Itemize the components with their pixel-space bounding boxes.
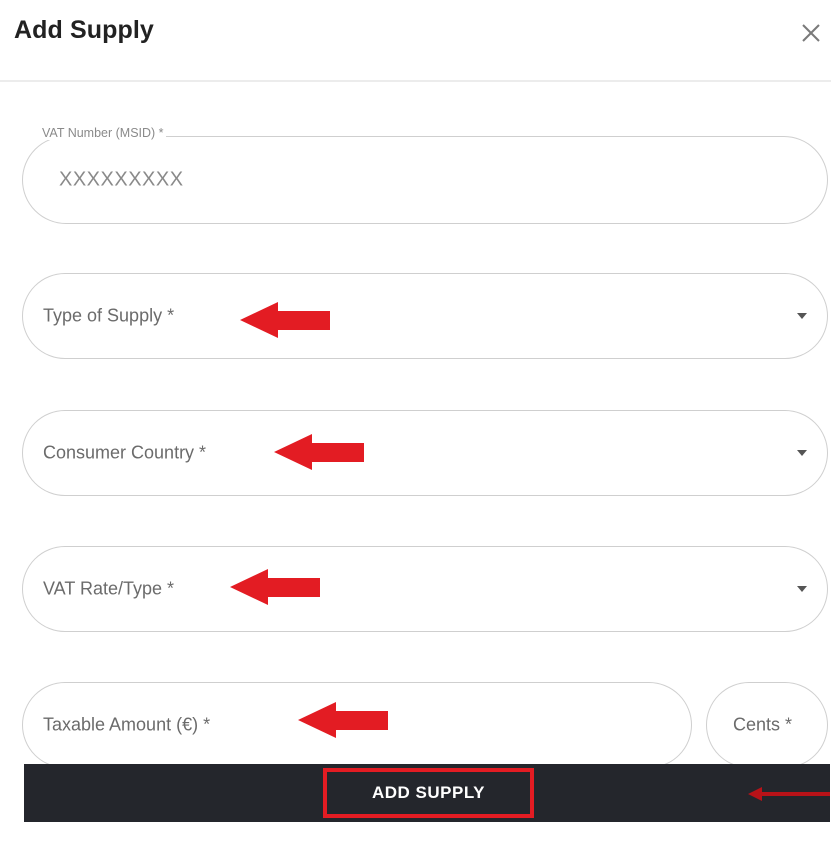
chevron-down-icon: [797, 450, 807, 456]
vat-rate-label: VAT Rate/Type *: [43, 578, 175, 599]
dialog-header: Add Supply: [0, 0, 831, 82]
add-supply-dialog: Add Supply XXXXXXXXX VAT Number (MSID) *…: [0, 0, 831, 846]
add-supply-button-label: ADD SUPPLY: [371, 783, 485, 802]
chevron-down-icon: [797, 586, 807, 592]
cents-label: Cents *: [733, 714, 793, 735]
cents-input[interactable]: Cents *: [706, 682, 828, 768]
vat-number-label: VAT Number (MSID) *: [40, 126, 166, 140]
annotation-arrow-icon: [230, 569, 320, 605]
vat-rate-select[interactable]: VAT Rate/Type *: [22, 546, 828, 632]
annotation-arrow-icon: [274, 434, 364, 470]
vat-number-field[interactable]: XXXXXXXXX: [22, 136, 828, 224]
vat-number-value: XXXXXXXXX: [59, 168, 184, 191]
annotation-arrow-icon: [240, 302, 330, 338]
type-of-supply-label: Type of Supply *: [43, 305, 175, 326]
chevron-down-icon: [797, 313, 807, 319]
add-supply-button[interactable]: ADD SUPPLY: [24, 764, 830, 822]
annotation-arrow-icon: [298, 702, 388, 738]
consumer-country-label: Consumer Country *: [43, 442, 207, 463]
dialog-title: Add Supply: [14, 16, 154, 44]
annotation-highlight-box: ADD SUPPLY: [323, 768, 534, 818]
annotation-arrow-icon: [748, 787, 830, 801]
close-icon: [802, 24, 820, 42]
taxable-amount-label: Taxable Amount (€) *: [43, 714, 211, 735]
type-of-supply-select[interactable]: Type of Supply *: [22, 273, 828, 359]
consumer-country-select[interactable]: Consumer Country *: [22, 410, 828, 496]
close-button[interactable]: [796, 18, 826, 48]
